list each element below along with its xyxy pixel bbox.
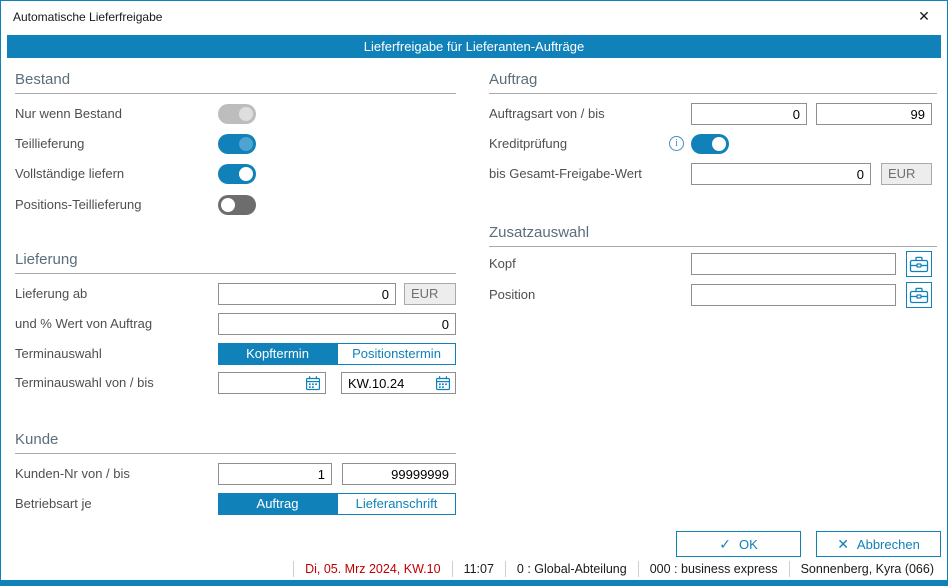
cancel-button-label: Abbrechen: [857, 537, 920, 552]
section-heading-bestand: Bestand: [15, 71, 456, 94]
calendar-icon[interactable]: [305, 375, 321, 391]
position-selection-button[interactable]: [906, 282, 932, 308]
status-user: Sonnenberg, Kyra (066): [789, 561, 945, 577]
label-lieferung-ab: Lieferung ab: [15, 283, 87, 305]
betriebsart-segment: Auftrag Lieferanschrift: [218, 493, 456, 515]
status-date: Di, 05. Mrz 2024, KW.10: [293, 561, 451, 577]
dialog-automatische-lieferfreigabe: Automatische Lieferfreigabe ✕ Lieferfrei…: [0, 0, 948, 586]
status-department: 0 : Global-Abteilung: [505, 561, 638, 577]
section-heading-lieferung: Lieferung: [15, 251, 456, 274]
toggle-knob: [712, 137, 726, 151]
x-icon: ✕: [837, 536, 849, 553]
window-title: Automatische Lieferfreigabe: [13, 1, 162, 33]
auftragsart-bis-input[interactable]: [816, 103, 932, 125]
label-prozent-wert: und % Wert von Auftrag: [15, 313, 152, 335]
titlebar: Automatische Lieferfreigabe ✕: [1, 1, 947, 33]
status-bar: Di, 05. Mrz 2024, KW.10 11:07 0 : Global…: [1, 558, 945, 580]
label-terminauswahl: Terminauswahl: [15, 343, 102, 365]
toggle-nur-wenn-bestand[interactable]: [218, 104, 256, 124]
label-kunden-nr: Kunden-Nr von / bis: [15, 463, 130, 485]
toggle-knob: [239, 137, 253, 151]
bottom-accent-strip: [1, 580, 947, 585]
termin-bis-value: KW.10.24: [342, 376, 435, 391]
status-time: 11:07: [452, 561, 505, 577]
lieferung-ab-input[interactable]: [218, 283, 396, 305]
briefcase-icon: [909, 287, 929, 304]
banner: Lieferfreigabe für Lieferanten-Aufträge: [7, 35, 941, 58]
ok-button[interactable]: ✓ OK: [676, 531, 801, 557]
calendar-icon[interactable]: [435, 375, 451, 391]
kunden-nr-von-input[interactable]: [218, 463, 332, 485]
section-heading-kunde: Kunde: [15, 431, 456, 454]
betriebsart-lieferanschrift-button[interactable]: Lieferanschrift: [337, 493, 456, 515]
terminauswahl-kopftermin-button[interactable]: Kopftermin: [218, 343, 337, 365]
label-vollstaendige-liefern: Vollständige liefern: [15, 164, 124, 184]
label-betriebsart: Betriebsart je: [15, 493, 92, 515]
auftragsart-von-input[interactable]: [691, 103, 807, 125]
section-heading-zusatzauswahl: Zusatzauswahl: [489, 224, 937, 247]
label-teillieferung: Teillieferung: [15, 134, 84, 154]
label-kreditpruefung: Kreditprüfung: [489, 134, 567, 154]
kopf-selection-button[interactable]: [906, 251, 932, 277]
toggle-teillieferung[interactable]: [218, 134, 256, 154]
betriebsart-auftrag-button[interactable]: Auftrag: [218, 493, 337, 515]
position-input[interactable]: [691, 284, 896, 306]
toggle-vollstaendige-liefern[interactable]: [218, 164, 256, 184]
label-nur-wenn-bestand: Nur wenn Bestand: [15, 104, 122, 124]
freigabe-wert-input[interactable]: [691, 163, 871, 185]
terminauswahl-positionstermin-button[interactable]: Positionstermin: [337, 343, 456, 365]
toggle-kreditpruefung[interactable]: [691, 134, 729, 154]
ok-button-label: OK: [739, 537, 758, 552]
kunden-nr-bis-input[interactable]: [342, 463, 456, 485]
terminauswahl-segment: Kopftermin Positionstermin: [218, 343, 456, 365]
close-icon: ✕: [918, 8, 930, 25]
check-icon: ✓: [719, 536, 731, 553]
lieferung-ab-currency: EUR: [404, 283, 456, 305]
toggle-knob: [239, 107, 253, 121]
toggle-positions-teillieferung[interactable]: [218, 195, 256, 215]
close-button[interactable]: ✕: [905, 1, 943, 32]
cancel-button[interactable]: ✕ Abbrechen: [816, 531, 941, 557]
label-positions-teillieferung: Positions-Teillieferung: [15, 195, 141, 215]
label-freigabe-wert: bis Gesamt-Freigabe-Wert: [489, 163, 642, 185]
info-icon[interactable]: i: [669, 136, 684, 151]
prozent-wert-input[interactable]: [218, 313, 456, 335]
section-heading-auftrag: Auftrag: [489, 71, 937, 94]
status-company: 000 : business express: [638, 561, 789, 577]
kopf-input[interactable]: [691, 253, 896, 275]
freigabe-wert-currency: EUR: [881, 163, 932, 185]
termin-bis-datefield[interactable]: KW.10.24: [341, 372, 456, 394]
termin-von-datefield[interactable]: [218, 372, 326, 394]
label-terminauswahl-von-bis: Terminauswahl von / bis: [15, 372, 154, 394]
label-kopf: Kopf: [489, 253, 516, 275]
toggle-knob: [239, 167, 253, 181]
toggle-knob: [221, 198, 235, 212]
briefcase-icon: [909, 256, 929, 273]
label-position: Position: [489, 284, 535, 306]
banner-title: Lieferfreigabe für Lieferanten-Aufträge: [364, 39, 584, 54]
label-auftragsart: Auftragsart von / bis: [489, 103, 605, 125]
